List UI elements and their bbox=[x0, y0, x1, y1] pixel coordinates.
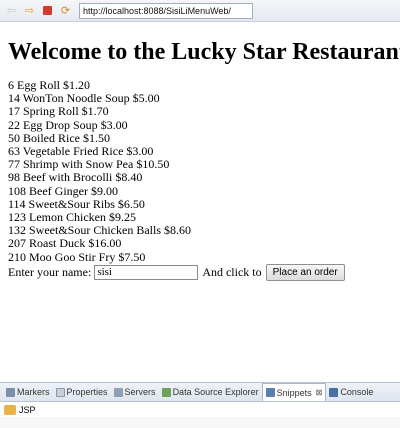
view-tabs-bar: Markers Properties Servers Data Source E… bbox=[0, 382, 400, 402]
snippets-icon bbox=[265, 388, 275, 397]
name-label: Enter your name: bbox=[8, 264, 92, 279]
tab-label: Properties bbox=[66, 387, 108, 397]
console-icon bbox=[329, 387, 339, 397]
page-title: Welcome to the Lucky Star Restaurant bbox=[8, 39, 400, 65]
menu-list: 6 Egg Roll $1.20 14 WonTon Noodle Soup $… bbox=[8, 78, 396, 264]
menu-item: 17 Spring Roll $1.70 bbox=[8, 104, 109, 119]
name-input[interactable] bbox=[94, 264, 199, 280]
browser-toolbar: ⇦ ⇨ ⟳ http://localhost:8088/SisiLiMenuWe… bbox=[0, 0, 400, 22]
page-content: Welcome to the Lucky Star Restaurant 6 E… bbox=[8, 38, 400, 281]
snippet-category-label: JSP bbox=[19, 404, 36, 415]
stop-icon[interactable] bbox=[43, 6, 52, 15]
order-form: Enter your name: And click to Place an o… bbox=[8, 263, 396, 281]
tab-label: Markers bbox=[17, 387, 50, 397]
forward-arrow-icon[interactable]: ⇨ bbox=[22, 3, 37, 18]
snippet-category-row[interactable]: JSP bbox=[0, 402, 400, 417]
click-label: And click to bbox=[202, 264, 262, 279]
jsp-icon bbox=[4, 404, 16, 415]
menu-item: 207 Roast Duck $16.00 bbox=[8, 236, 122, 251]
menu-item: 210 Moo Goo Stir Fry $7.50 bbox=[8, 249, 146, 264]
menu-item: 22 Egg Drop Soup $3.00 bbox=[8, 117, 128, 132]
properties-icon bbox=[55, 387, 65, 397]
tab-label: Servers bbox=[124, 387, 156, 397]
tab-markers[interactable]: Markers bbox=[3, 383, 53, 401]
menu-item: 98 Beef with Brocolli $8.40 bbox=[8, 170, 143, 185]
tab-properties[interactable]: Properties bbox=[53, 383, 111, 401]
tab-data-source-explorer[interactable]: Data Source Explorer bbox=[159, 383, 262, 401]
place-order-button[interactable]: Place an order bbox=[265, 263, 345, 281]
snippets-panel bbox=[0, 417, 400, 428]
tab-snippets[interactable]: Snippets ⊠ bbox=[261, 383, 327, 401]
refresh-icon[interactable]: ⟳ bbox=[58, 3, 73, 18]
menu-item: 108 Beef Ginger $9.00 bbox=[8, 183, 118, 198]
servers-icon bbox=[113, 387, 123, 397]
tab-label: Snippets bbox=[276, 387, 312, 398]
close-icon[interactable]: ⊠ bbox=[316, 388, 323, 397]
url-bar[interactable]: http://localhost:8088/SisiLiMenuWeb/ bbox=[79, 2, 253, 19]
tab-label: Console bbox=[340, 387, 374, 397]
markers-icon bbox=[6, 387, 15, 397]
data-source-icon bbox=[161, 387, 171, 397]
tab-label: Data Source Explorer bbox=[172, 387, 259, 397]
back-arrow-icon[interactable]: ⇦ bbox=[4, 3, 19, 18]
tab-servers[interactable]: Servers bbox=[111, 383, 159, 401]
tab-console[interactable]: Console bbox=[326, 383, 376, 401]
